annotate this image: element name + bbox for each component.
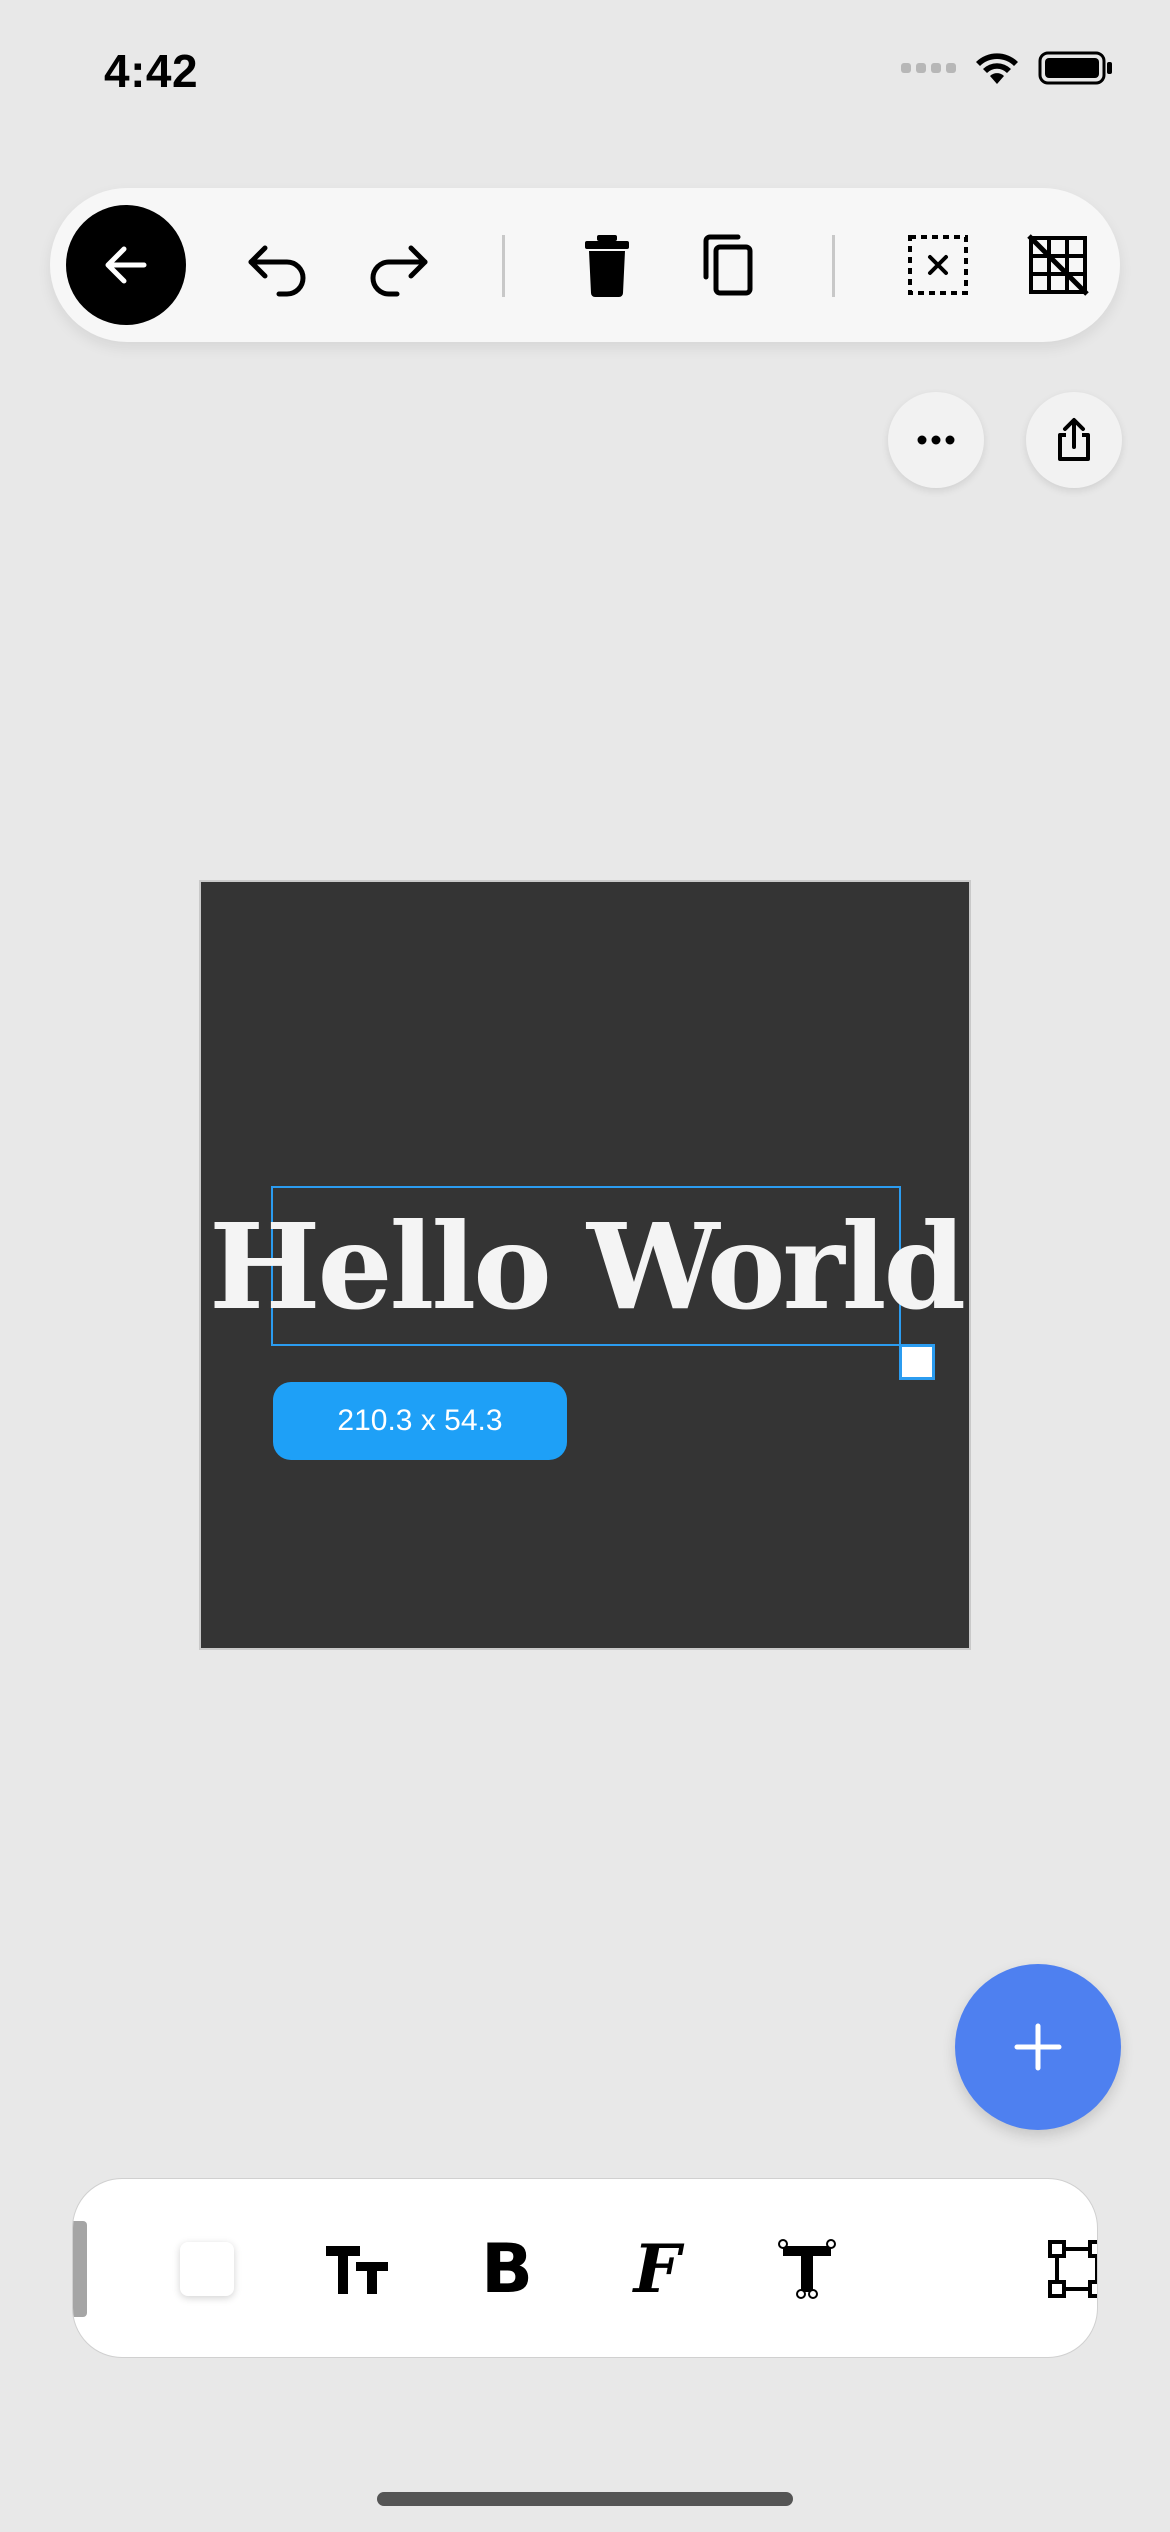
grid-toggle-button[interactable]: [1018, 225, 1098, 305]
toolbar-divider: [832, 235, 835, 297]
font-button[interactable]: F: [617, 2229, 697, 2309]
home-indicator[interactable]: [377, 2492, 793, 2506]
text-size-button[interactable]: [317, 2229, 397, 2309]
text-layer-selection[interactable]: Hello World: [209, 1186, 966, 1346]
font-icon: F: [633, 2230, 681, 2308]
duplicate-button[interactable]: [688, 225, 768, 305]
design-canvas[interactable]: Hello World 210.3 x 54.3: [199, 880, 971, 1650]
ellipsis-icon: [917, 435, 955, 445]
top-toolbar: [50, 188, 1120, 342]
frame-icon: [1048, 2240, 1097, 2298]
bold-button[interactable]: B: [467, 2229, 547, 2309]
arrow-left-icon: [105, 246, 147, 284]
status-indicators: [901, 50, 1114, 86]
cellular-signal-icon: [901, 63, 956, 73]
text-transform-icon: [778, 2239, 836, 2299]
size-badge: 210.3 x 54.3: [273, 1382, 567, 1460]
copy-icon: [703, 234, 753, 296]
plus-icon: [1014, 2023, 1062, 2071]
wifi-icon: [976, 53, 1018, 84]
toolbar-divider: [502, 235, 505, 297]
undo-icon: [248, 245, 306, 297]
battery-icon: [1038, 51, 1112, 85]
share-icon: [1058, 418, 1090, 461]
frame-button[interactable]: [1037, 2229, 1097, 2309]
text-color-button[interactable]: [167, 2229, 247, 2309]
undo-button[interactable]: [238, 225, 318, 305]
scroll-indicator[interactable]: [73, 2221, 87, 2317]
share-button[interactable]: [1026, 392, 1122, 488]
color-swatch-icon: [180, 2242, 234, 2296]
redo-button[interactable]: [358, 225, 438, 305]
delete-button[interactable]: [567, 225, 647, 305]
trash-icon: [585, 235, 629, 297]
more-options-button[interactable]: [888, 392, 984, 488]
deselect-button[interactable]: [898, 225, 978, 305]
redo-icon: [370, 245, 428, 297]
text-layer[interactable]: Hello World: [209, 1197, 966, 1336]
bottom-toolbar[interactable]: B F: [72, 2178, 1098, 2358]
bold-icon: B: [481, 2229, 533, 2309]
deselect-icon: [908, 235, 968, 295]
grid-off-icon: [1027, 234, 1089, 296]
text-size-icon: [326, 2246, 388, 2294]
back-button[interactable]: [66, 205, 186, 325]
status-time: 4:42: [104, 45, 199, 97]
text-transform-button[interactable]: [767, 2229, 847, 2309]
add-button[interactable]: [955, 1964, 1121, 2130]
resize-handle[interactable]: [899, 1344, 935, 1380]
